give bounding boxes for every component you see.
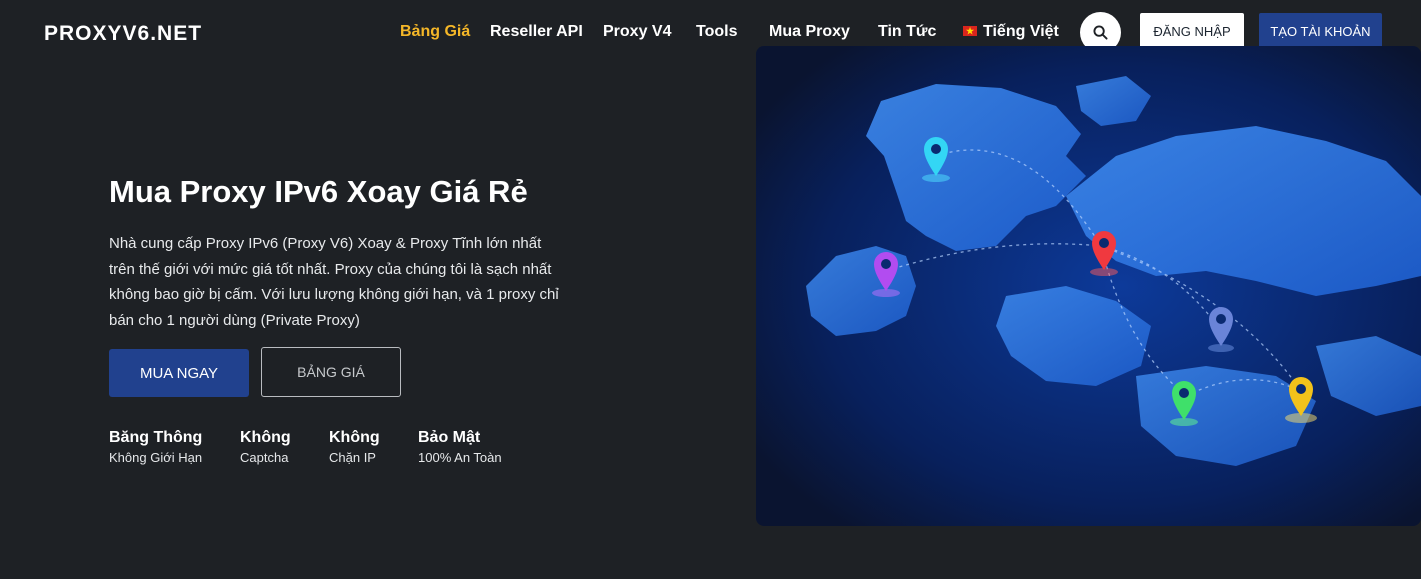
feature-title: Không [240,429,291,446]
feature-subtitle: Captcha [240,450,289,465]
feature-title: Bảo Mật [418,429,481,446]
nav-reseller-api[interactable]: Reseller API [490,23,583,41]
hero-title: Mua Proxy IPv6 Xoay Giá Rẻ [109,174,528,209]
feature-no-ip-block: Không Chặn IP [329,429,380,465]
feature-subtitle: 100% An Toàn [418,450,502,465]
feature-security: Bảo Mật 100% An Toàn [418,429,502,465]
nav-language[interactable]: Tiếng Việt [963,22,1059,41]
nav-pricing[interactable]: Bảng Giá [400,23,470,41]
language-label: Tiếng Việt [983,23,1059,40]
nav-tools[interactable]: Tools [696,23,737,41]
feature-title: Không [329,429,380,446]
search-icon [1093,25,1108,40]
hero-description: Nhà cung cấp Proxy IPv6 (Proxy V6) Xoay … [109,235,559,329]
feature-no-captcha: Không Captcha [240,429,291,465]
pin-blue-icon [1208,307,1234,352]
feature-bandwidth: Băng Thông Không Giới Hạn [109,429,202,465]
nav-proxy-v4[interactable]: Proxy V4 [603,23,671,41]
logo[interactable]: PROXYV6.NET [44,22,202,46]
buy-now-button[interactable]: MUA NGAY [109,349,249,397]
feature-title: Băng Thông [109,429,203,446]
pricing-button[interactable]: BẢNG GIÁ [261,347,401,397]
vietnam-flag-icon [963,22,977,40]
nav-buy-proxy[interactable]: Mua Proxy [769,23,850,41]
signup-button[interactable]: TẠO TÀI KHOẢN [1259,13,1382,49]
feature-subtitle: Không Giới Hạn [109,450,203,465]
nav-news[interactable]: Tin Tức [878,23,936,41]
login-button[interactable]: ĐĂNG NHẬP [1140,13,1244,49]
world-map-illustration [756,46,1421,526]
feature-subtitle: Chặn IP [329,450,376,465]
